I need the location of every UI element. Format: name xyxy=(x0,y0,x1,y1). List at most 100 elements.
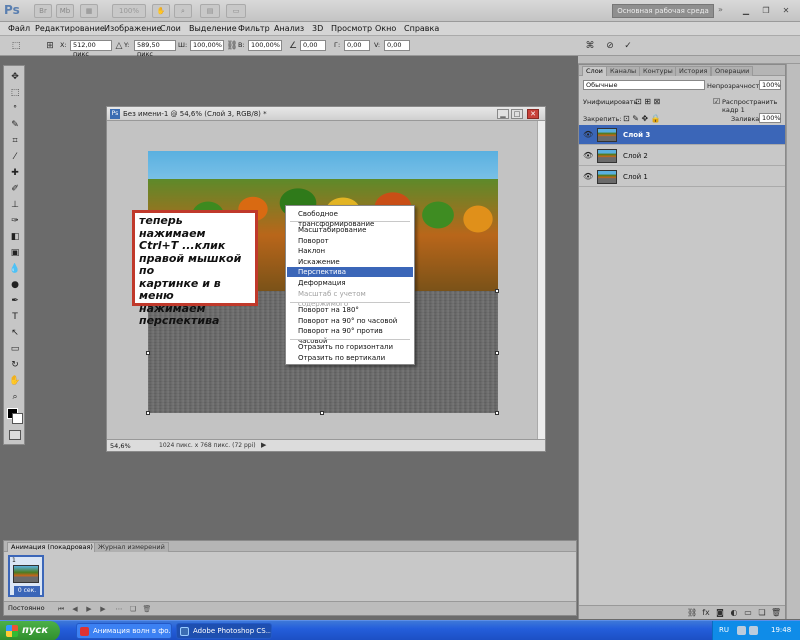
transform-handle-bottom-left[interactable] xyxy=(146,411,150,415)
hskew-input[interactable]: 0,00 xyxy=(344,40,370,51)
menu-select[interactable]: Выделение xyxy=(189,24,237,33)
ctx-free-transform[interactable]: Свободное трансформирование xyxy=(287,209,413,228)
ctx-skew[interactable]: Наклон xyxy=(287,246,413,256)
zoom-tool-icon[interactable]: ⌕ xyxy=(7,390,23,404)
brush-tool-icon[interactable]: ✐ xyxy=(7,182,23,196)
path-selection-tool-icon[interactable]: ↖ xyxy=(7,326,23,340)
workspace-button[interactable]: Основная рабочая среда xyxy=(612,4,714,18)
document-maximize-icon[interactable]: □ xyxy=(511,109,523,119)
menu-edit[interactable]: Редактирование xyxy=(35,24,105,33)
blend-mode-select[interactable]: Обычные xyxy=(583,80,705,90)
tab-actions[interactable]: Операции xyxy=(711,66,754,76)
eraser-tool-icon[interactable]: ◧ xyxy=(7,230,23,244)
menu-analysis[interactable]: Анализ xyxy=(274,24,304,33)
quick-selection-tool-icon[interactable]: ✎ xyxy=(7,118,23,132)
3d-rotate-tool-icon[interactable]: ↻ xyxy=(7,358,23,372)
link-layers-icon[interactable]: ⛓ xyxy=(687,608,697,618)
link-icon[interactable]: ⛓ xyxy=(226,40,238,52)
eye-icon[interactable]: 👁 xyxy=(583,130,593,140)
ctx-flip-vertical[interactable]: Отразить по вертикали xyxy=(287,353,413,363)
arrange-documents-button[interactable]: ▤ xyxy=(200,4,220,18)
trash-icon[interactable]: 🗑 xyxy=(771,608,781,618)
document-zoom-level[interactable]: 54,6% xyxy=(110,442,131,450)
type-tool-icon[interactable]: T xyxy=(7,310,23,324)
next-frame-icon[interactable]: ▶ xyxy=(98,604,108,614)
ctx-distort[interactable]: Искажение xyxy=(287,257,413,267)
tray-icon[interactable] xyxy=(749,626,758,635)
first-frame-icon[interactable]: ⏮ xyxy=(56,604,66,614)
transform-handle-top-right[interactable] xyxy=(495,289,499,293)
pen-tool-icon[interactable]: ✒ xyxy=(7,294,23,308)
transform-handle-middle-left[interactable] xyxy=(146,351,150,355)
x-input[interactable]: 512,00 пикс xyxy=(70,40,112,58)
marquee-tool-icon[interactable]: ⬚ xyxy=(7,86,23,100)
start-button[interactable]: пуск xyxy=(0,621,60,640)
transform-handle-bottom-center[interactable] xyxy=(320,411,324,415)
crop-tool-icon[interactable]: ⌗ xyxy=(7,134,23,148)
history-brush-tool-icon[interactable]: ✑ xyxy=(7,214,23,228)
commit-transform-icon[interactable]: ✓ xyxy=(622,40,634,52)
eyedropper-tool-icon[interactable]: ⁄ xyxy=(7,150,23,164)
ctx-perspective[interactable]: Перспектива xyxy=(287,267,413,277)
hand-tool-icon[interactable]: ✋ xyxy=(7,374,23,388)
close-icon[interactable]: ✕ xyxy=(780,5,792,16)
transform-handle-bottom-right[interactable] xyxy=(495,411,499,415)
layer-row[interactable]: 👁 Слой 1 xyxy=(579,167,785,187)
document-vertical-scrollbar[interactable] xyxy=(537,121,545,439)
ctx-rotate-90-ccw[interactable]: Поворот на 90° против часовой xyxy=(287,326,413,345)
layer-row[interactable]: 👁 Слой 3 xyxy=(579,125,785,145)
lasso-tool-icon[interactable]: ᐤ xyxy=(7,102,23,116)
new-layer-icon[interactable]: ❏ xyxy=(757,608,767,618)
minimize-icon[interactable]: ▁ xyxy=(740,5,752,16)
ctx-flip-horizontal[interactable]: Отразить по горизонтали xyxy=(287,342,413,352)
layer-row[interactable]: 👁 Слой 2 xyxy=(579,146,785,166)
workspace-more-icon[interactable]: » xyxy=(718,5,723,14)
menu-image[interactable]: Изображение xyxy=(104,24,162,33)
tab-layers[interactable]: Слои xyxy=(582,66,607,76)
document-close-icon[interactable]: ✕ xyxy=(527,109,539,119)
menu-layers[interactable]: Слои xyxy=(160,24,181,33)
panel-dock-scrollbar[interactable] xyxy=(786,64,800,619)
minibridge-button[interactable]: Mb xyxy=(56,4,74,18)
shape-tool-icon[interactable]: ▭ xyxy=(7,342,23,356)
loop-select[interactable]: Постоянно xyxy=(8,604,45,612)
layer-mask-icon[interactable]: ◙ xyxy=(715,608,725,618)
gradient-tool-icon[interactable]: ▣ xyxy=(7,246,23,260)
adjustment-layer-icon[interactable]: ◐ xyxy=(729,608,739,618)
zoom-tool-button[interactable]: ⌕ xyxy=(174,4,192,18)
document-titlebar[interactable]: Ps Без имени-1 @ 54,6% (Слой 3, RGB/8) *… xyxy=(107,107,545,121)
screen-mode-button[interactable]: ▭ xyxy=(226,4,246,18)
cancel-transform-icon[interactable]: ⊘ xyxy=(604,40,616,52)
opacity-input[interactable]: 100% xyxy=(759,80,781,90)
taskbar-item-browser[interactable]: Анимация волн в фо... xyxy=(76,623,172,639)
clone-stamp-tool-icon[interactable]: ⊥ xyxy=(7,198,23,212)
menu-filter[interactable]: Фильтр xyxy=(238,24,270,33)
height-input[interactable]: 100,00% xyxy=(248,40,282,51)
tab-measurement-log[interactable]: Журнал измерений xyxy=(94,542,169,552)
menu-file[interactable]: Файл xyxy=(8,24,30,33)
menu-view[interactable]: Просмотр xyxy=(331,24,372,33)
y-input[interactable]: 589,50 пикс xyxy=(134,40,176,58)
view-extras-button[interactable]: ▦ xyxy=(80,4,98,18)
delete-frame-icon[interactable]: 🗑 xyxy=(142,604,152,614)
vskew-input[interactable]: 0,00 xyxy=(384,40,410,51)
menu-window[interactable]: Окно xyxy=(375,24,396,33)
language-indicator[interactable]: RU xyxy=(719,626,729,634)
angle-input[interactable]: 0,00 xyxy=(300,40,326,51)
menu-3d[interactable]: 3D xyxy=(312,24,323,33)
ctx-rotate-180[interactable]: Поворот на 180° xyxy=(287,305,413,315)
ctx-rotate-90-cw[interactable]: Поворот на 90° по часовой xyxy=(287,316,413,326)
background-color-swatch[interactable] xyxy=(12,413,23,424)
width-input[interactable]: 100,00% xyxy=(190,40,224,51)
move-tool-icon[interactable]: ✥ xyxy=(7,70,23,84)
zoom-select[interactable]: 100% xyxy=(112,4,146,18)
menu-help[interactable]: Справка xyxy=(404,24,439,33)
restore-icon[interactable]: ❐ xyxy=(760,5,772,16)
transform-tool-icon[interactable]: ⬚ xyxy=(10,40,22,52)
bridge-button[interactable]: Br xyxy=(34,4,52,18)
tab-channels[interactable]: Каналы xyxy=(606,66,641,76)
tween-icon[interactable]: ⋯ xyxy=(114,604,124,614)
ctx-scale[interactable]: Масштабирование xyxy=(287,225,413,235)
hand-tool-button[interactable]: ✋ xyxy=(152,4,170,18)
dodge-tool-icon[interactable]: ● xyxy=(7,278,23,292)
